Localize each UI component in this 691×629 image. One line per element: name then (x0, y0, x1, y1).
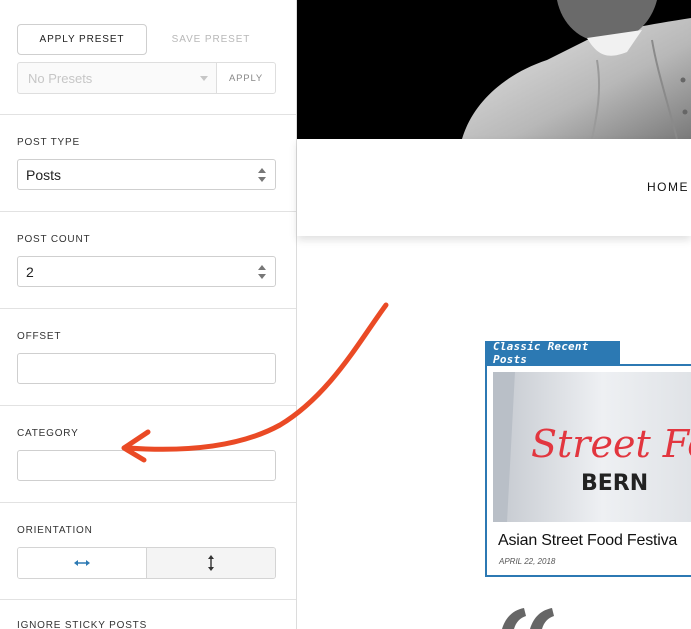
preset-select[interactable]: No Presets (17, 62, 217, 94)
apply-button[interactable]: APPLY (216, 62, 276, 94)
post-count-section: POST COUNT 2 (0, 212, 296, 309)
post-count-value: 2 (26, 263, 34, 280)
post-type-select[interactable]: Posts (17, 159, 276, 190)
offset-input[interactable] (17, 353, 276, 384)
post-type-label: POST TYPE (17, 137, 80, 148)
post-count-label: POST COUNT (17, 234, 91, 245)
post-type-value: Posts (26, 166, 62, 183)
post-title-link[interactable]: Asian Street Food Festiva (498, 532, 677, 550)
thumb-sign-bottom-text: BERN (581, 471, 648, 496)
stepper-arrows-icon[interactable] (257, 265, 267, 279)
post-type-section: POST TYPE Posts (0, 115, 296, 212)
offset-label: OFFSET (17, 331, 62, 342)
category-section: CATEGORY (0, 406, 296, 503)
nav-home-link[interactable]: HOME (647, 180, 689, 194)
save-preset-button[interactable]: SAVE PRESET (147, 24, 275, 55)
post-date: APRIL 22, 2018 (499, 557, 556, 566)
person-photo-illustration (297, 0, 691, 139)
category-label: CATEGORY (17, 428, 79, 439)
offset-section: OFFSET (0, 309, 296, 406)
post-count-input[interactable]: 2 (17, 256, 276, 287)
site-navbar: HOME (297, 139, 691, 236)
hero-image (297, 0, 691, 139)
horizontal-arrow-icon (74, 560, 90, 566)
select-arrows-icon (257, 168, 267, 182)
orientation-label: ORIENTATION (17, 525, 93, 536)
post-thumbnail[interactable]: Street Fo BERN (493, 372, 691, 522)
quote-icon (492, 604, 572, 629)
vertical-arrow-icon (208, 555, 214, 571)
street-food-sign-illustration: Street Fo BERN (493, 372, 691, 522)
inspector-panel: APPLY PRESET SAVE PRESET No Presets APPL… (0, 0, 297, 629)
ignore-sticky-section: IGNORE STICKY POSTS (0, 600, 296, 629)
thumb-sign-top-text: Street Fo (531, 422, 691, 466)
recent-posts-widget: Street Fo BERN Asian Street Food Festiva… (485, 364, 691, 577)
ignore-sticky-label: IGNORE STICKY POSTS (17, 620, 148, 629)
widget-title: Classic Recent Posts (485, 340, 620, 366)
orientation-horizontal-button[interactable] (18, 548, 146, 578)
apply-preset-button[interactable]: APPLY PRESET (17, 24, 147, 55)
category-input[interactable] (17, 450, 276, 481)
chevron-down-icon (200, 76, 208, 81)
preset-section: APPLY PRESET SAVE PRESET No Presets APPL… (0, 0, 296, 115)
orientation-vertical-button[interactable] (146, 548, 275, 578)
preset-select-value: No Presets (28, 70, 93, 86)
orientation-toggle (17, 547, 276, 579)
